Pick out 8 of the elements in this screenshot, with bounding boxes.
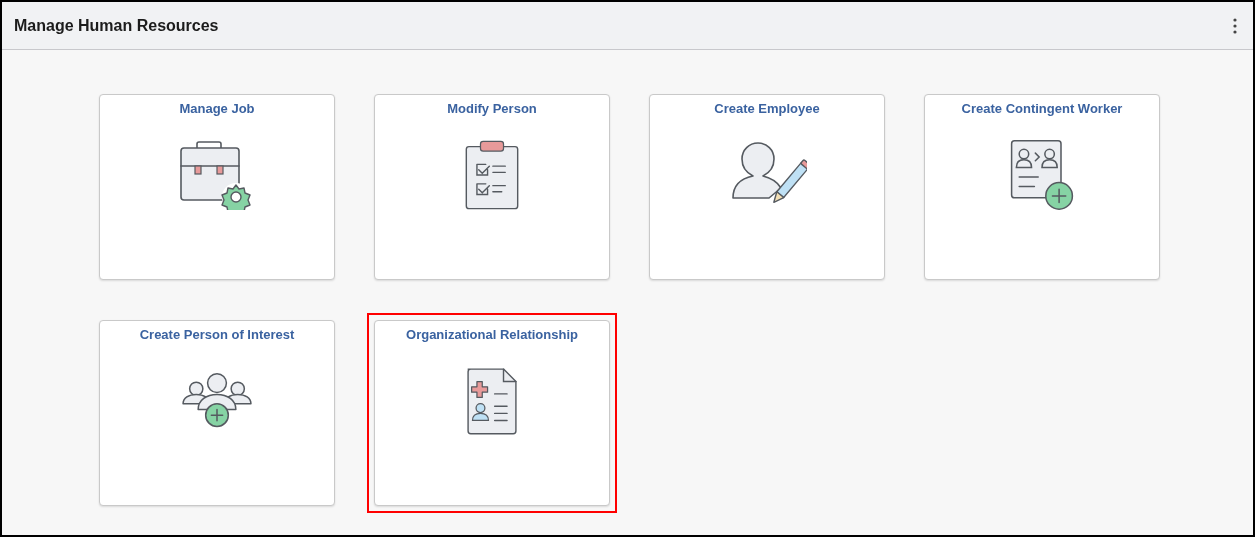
tile[interactable]: Manage Job — [99, 94, 335, 280]
tile[interactable]: Organizational Relationship — [374, 320, 610, 506]
more-options-icon[interactable] — [1233, 17, 1237, 34]
tile[interactable]: Modify Person — [374, 94, 610, 280]
tile[interactable]: Create Contingent Worker — [924, 94, 1160, 280]
page-title: Manage Human Resources — [14, 15, 219, 36]
tile[interactable]: Create Person of Interest — [99, 320, 335, 506]
tile[interactable]: Create Employee — [649, 94, 885, 280]
